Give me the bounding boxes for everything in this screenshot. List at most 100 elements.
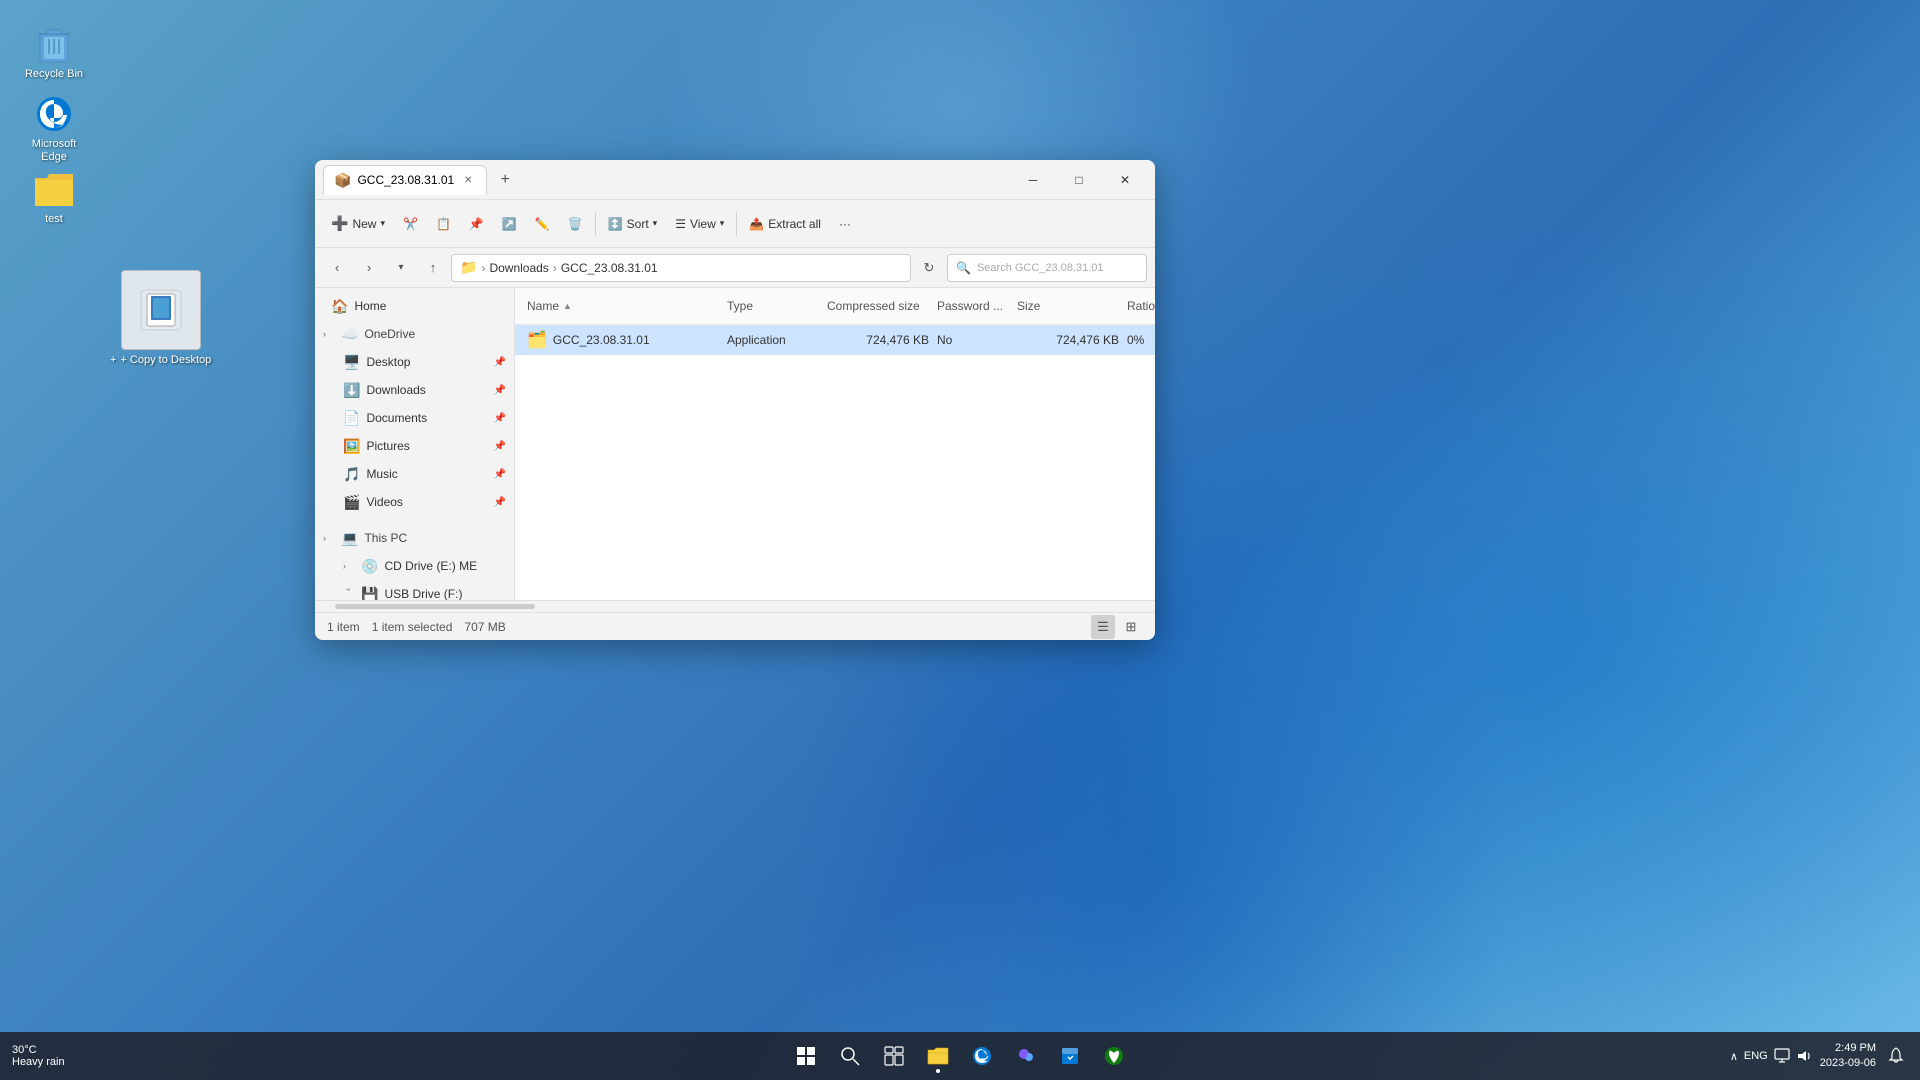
weather-temp: 30°C	[12, 1044, 37, 1056]
new-btn[interactable]: ➕ New ▾	[323, 208, 393, 240]
pictures-label: Pictures	[366, 439, 409, 453]
paste-icon: 📌	[469, 217, 484, 231]
active-tab[interactable]: 📦 GCC_23.08.31.01 ✕	[323, 165, 487, 195]
music-icon: 🎵	[343, 466, 360, 483]
address-path[interactable]: 📁 › Downloads › GCC_23.08.31.01	[451, 254, 911, 282]
desktop-sidebar-label: Desktop	[366, 355, 410, 369]
extract-all-btn[interactable]: 📤 Extract all	[741, 208, 829, 240]
desktop-icon-test[interactable]: test	[14, 165, 94, 230]
chat-taskbar-btn[interactable]	[1006, 1036, 1046, 1076]
test-label: test	[45, 213, 63, 226]
file-header-row: Name ▲ Type Compressed size Password ...…	[515, 288, 1155, 325]
sidebar-item-videos[interactable]: 🎬 Videos 📌	[315, 488, 514, 516]
back-btn[interactable]: ‹	[323, 254, 351, 282]
weather-condition: Heavy rain	[12, 1056, 65, 1068]
search-taskbar-btn[interactable]	[830, 1036, 870, 1076]
new-tab-btn[interactable]: +	[491, 166, 519, 194]
onedrive-label: OneDrive	[364, 327, 415, 341]
tile-view-btn[interactable]: ⊞	[1119, 615, 1143, 639]
cd-icon: 💿	[361, 558, 378, 575]
tray-chevron[interactable]: ∧	[1730, 1050, 1738, 1063]
col-header-size[interactable]: Size	[1013, 292, 1123, 320]
edge-label: Microsoft Edge	[18, 138, 90, 164]
sidebar-item-this-pc[interactable]: › 💻 This PC	[315, 524, 514, 552]
weather-widget[interactable]: 30°C Heavy rain	[12, 1044, 65, 1068]
sidebar-item-desktop[interactable]: 🖥️ Desktop 📌	[315, 348, 514, 376]
extract-icon: 📤	[749, 217, 764, 231]
col-header-name[interactable]: Name ▲	[523, 292, 723, 320]
notification-btn[interactable]	[1884, 1043, 1908, 1070]
file-list: Name ▲ Type Compressed size Password ...…	[515, 288, 1155, 600]
desktop-icon-recycle-bin[interactable]: Recycle Bin	[14, 20, 94, 85]
store-taskbar-btn[interactable]	[1050, 1036, 1090, 1076]
usb-icon: 💾	[361, 586, 378, 601]
delete-btn[interactable]: 🗑️	[560, 208, 591, 240]
music-pin-icon: 📌	[494, 469, 506, 480]
sidebar-item-music[interactable]: 🎵 Music 📌	[315, 460, 514, 488]
taskbar-center	[786, 1036, 1134, 1076]
view-btn[interactable]: ☰ View ▾	[667, 208, 732, 240]
scroll-thumb[interactable]	[335, 604, 535, 609]
file-explorer-taskbar-btn[interactable]	[918, 1036, 958, 1076]
share-btn[interactable]: ↗️	[494, 208, 525, 240]
recycle-bin-label: Recycle Bin	[25, 68, 83, 81]
maximize-btn[interactable]: □	[1057, 164, 1101, 196]
sidebar-item-onedrive[interactable]: › ☁️ OneDrive	[315, 320, 514, 348]
lang-indicator[interactable]: ENG	[1744, 1050, 1768, 1062]
cut-btn[interactable]: ✂️	[395, 208, 426, 240]
item-count: 1 item	[327, 620, 360, 634]
copy-to-desktop-label[interactable]: + + Copy to Desktop	[110, 354, 211, 366]
col-header-compressed[interactable]: Compressed size	[823, 292, 933, 320]
path-current[interactable]: GCC_23.08.31.01	[561, 261, 658, 275]
this-pc-label: This PC	[364, 531, 407, 545]
search-box[interactable]: 🔍 Search GCC_23.08.31.01	[947, 254, 1147, 282]
file-ratio-cell: 0%	[1123, 331, 1155, 349]
edge-taskbar-btn[interactable]	[962, 1036, 1002, 1076]
sidebar-item-usb-drive[interactable]: › 💾 USB Drive (F:)	[315, 580, 514, 600]
sidebar-item-downloads[interactable]: ⬇️ Downloads 📌	[315, 376, 514, 404]
system-clock[interactable]: 2:49 PM 2023-09-06	[1820, 1041, 1876, 1072]
clock-date: 2023-09-06	[1820, 1056, 1876, 1071]
col-header-ratio[interactable]: Ratio	[1123, 292, 1155, 320]
cd-label: CD Drive (E:) ME	[384, 559, 477, 573]
copy-btn[interactable]: 📋	[428, 208, 459, 240]
copy-icon: 📋	[436, 217, 451, 231]
sidebar-item-cd-drive[interactable]: › 💿 CD Drive (E:) ME	[315, 552, 514, 580]
col-header-password[interactable]: Password ...	[933, 292, 1013, 320]
recent-btn[interactable]: ▾	[387, 254, 415, 282]
cd-chevron: ›	[343, 561, 355, 571]
start-btn[interactable]	[786, 1036, 826, 1076]
forward-btn[interactable]: ›	[355, 254, 383, 282]
usb-chevron: ›	[344, 588, 354, 600]
paste-btn[interactable]: 📌	[461, 208, 492, 240]
desktop-icon-edge[interactable]: Microsoft Edge	[14, 90, 94, 168]
file-row-gcc[interactable]: 🗂️ GCC_23.08.31.01 Application 724,476 K…	[515, 325, 1155, 355]
rename-btn[interactable]: ✏️	[527, 208, 558, 240]
sidebar-item-documents[interactable]: 📄 Documents 📌	[315, 404, 514, 432]
documents-label: Documents	[366, 411, 427, 425]
tab-area: 📦 GCC_23.08.31.01 ✕ +	[323, 165, 1011, 195]
minimize-btn[interactable]: ─	[1011, 164, 1055, 196]
this-pc-icon: 💻	[341, 530, 358, 547]
close-btn[interactable]: ✕	[1103, 164, 1147, 196]
horizontal-scrollbar[interactable]	[315, 600, 1155, 612]
search-placeholder: Search GCC_23.08.31.01	[977, 262, 1104, 274]
tab-close-btn[interactable]: ✕	[460, 172, 476, 188]
sidebar-item-pictures[interactable]: 🖼️ Pictures 📌	[315, 432, 514, 460]
toolbar-separator	[595, 212, 596, 236]
tab-zip-icon: 📦	[334, 172, 351, 189]
more-btn[interactable]: ···	[831, 208, 859, 240]
delete-icon: 🗑️	[568, 217, 583, 231]
path-downloads[interactable]: Downloads	[489, 261, 548, 275]
xbox-taskbar-btn[interactable]	[1094, 1036, 1134, 1076]
list-view-btn[interactable]: ☰	[1091, 615, 1115, 639]
task-view-btn[interactable]	[874, 1036, 914, 1076]
up-btn[interactable]: ↑	[419, 254, 447, 282]
icon-card	[121, 270, 201, 350]
toolbar-separator-2	[736, 212, 737, 236]
sidebar-item-home[interactable]: 🏠 Home	[315, 292, 514, 320]
downloads-icon: ⬇️	[343, 382, 360, 399]
col-header-type[interactable]: Type	[723, 292, 823, 320]
sort-btn[interactable]: ↕️ Sort ▾	[600, 208, 666, 240]
refresh-btn[interactable]: ↻	[915, 254, 943, 282]
